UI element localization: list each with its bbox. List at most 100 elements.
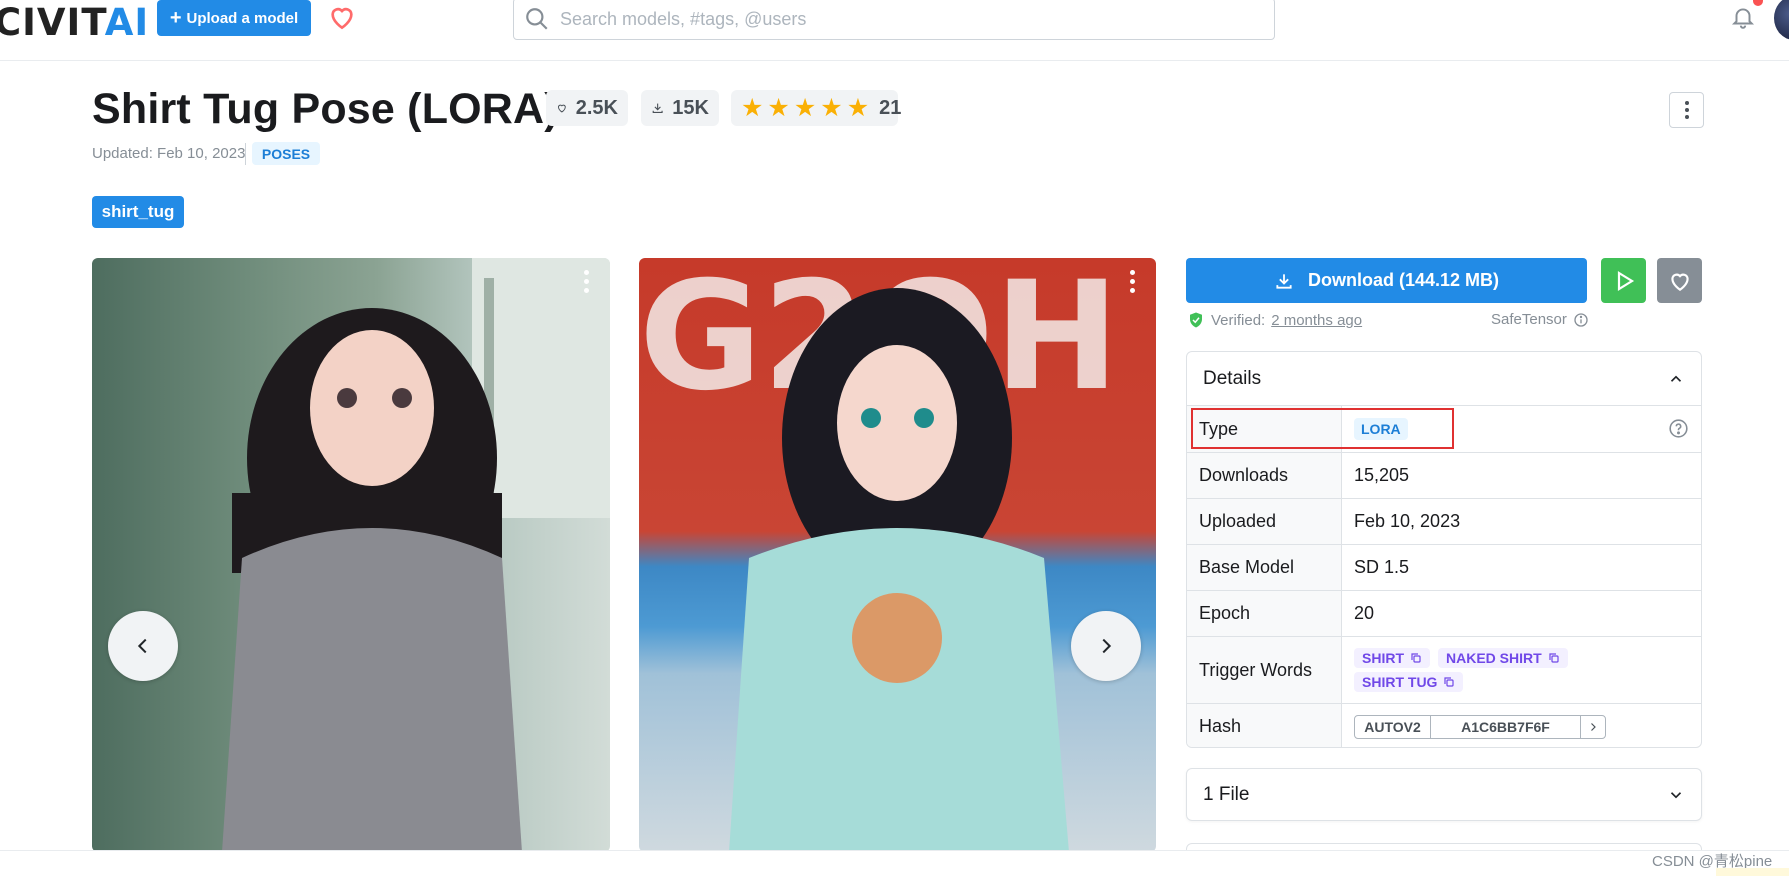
details-row-hash: Hash AUTOV2 A1C6BB7F6F (1187, 703, 1701, 747)
preview-image-2-art: G2OH (639, 258, 1120, 852)
upload-model-button[interactable]: + Upload a model (157, 0, 311, 36)
trigger-word-badge[interactable]: SHIRT (1354, 648, 1430, 668)
info-icon[interactable] (1573, 312, 1589, 328)
trigger-word-badge[interactable]: NAKED SHIRT (1438, 648, 1568, 668)
heart-icon[interactable] (325, 1, 359, 33)
shield-check-icon (1190, 312, 1202, 328)
details-row-downloads: Downloads 15,205 (1187, 452, 1701, 498)
trigger-word: SHIRT TUG (1362, 674, 1438, 690)
play-icon (1617, 270, 1634, 291)
row-label: Hash (1187, 704, 1342, 747)
dot (584, 279, 589, 284)
files-panel[interactable]: 1 File (1186, 768, 1702, 821)
dot (1130, 270, 1135, 275)
search-input[interactable]: Search models, #tags, @users (513, 0, 1275, 40)
likes-stat[interactable]: 2.5K (546, 90, 628, 126)
more-options-button[interactable] (1669, 92, 1704, 128)
file-format-label: SafeTensor (1491, 311, 1567, 328)
heart-icon (1670, 273, 1689, 291)
star-icon: ★ (846, 93, 870, 122)
row-value: SD 1.5 (1354, 557, 1410, 577)
trigger-word-list: SHIRT NAKED SHIRT SHIRT TUG (1354, 648, 1614, 692)
trigger-word: SHIRT (1362, 650, 1404, 666)
search-icon (526, 8, 548, 30)
preview-image-2[interactable]: G2OH (639, 258, 1156, 852)
image-menu-icon[interactable] (584, 270, 590, 293)
row-label: Base Model (1187, 545, 1342, 590)
carousel-next-button[interactable] (1071, 611, 1141, 681)
row-label: Downloads (1187, 453, 1342, 498)
dot (584, 270, 589, 275)
dot (1684, 108, 1689, 112)
page-title: Shirt Tug Pose (LORA) (92, 85, 559, 133)
chevron-up-icon (1670, 375, 1682, 382)
details-title: Details (1203, 367, 1262, 389)
hash-control[interactable]: AUTOV2 A1C6BB7F6F (1354, 714, 1606, 739)
row-value: 20 (1354, 603, 1375, 623)
hash-type[interactable]: AUTOV2 (1355, 715, 1431, 738)
copy-icon (1411, 653, 1421, 663)
download-label: Download (144.12 MB) (1307, 270, 1500, 290)
updated-date: Updated: Feb 10, 2023 (92, 145, 246, 162)
downloads-count: 15K (672, 96, 709, 119)
annotation-highlight-box (1191, 408, 1454, 449)
likes-count: 2.5K (575, 96, 618, 119)
favorite-button[interactable] (1657, 258, 1702, 303)
download-icon (652, 103, 663, 113)
star-icon: ★ (820, 93, 843, 122)
dot (584, 288, 589, 293)
divider (245, 143, 246, 165)
chevron-left-icon (137, 638, 147, 654)
row-label: Trigger Words (1187, 637, 1342, 703)
copy-icon (1549, 653, 1559, 663)
trigger-word-badge[interactable]: SHIRT TUG (1354, 672, 1464, 692)
preview-image-1-art (222, 258, 610, 852)
run-button[interactable] (1601, 258, 1646, 303)
carousel-prev-button[interactable] (108, 611, 178, 681)
chevron-down-icon (1670, 791, 1682, 798)
help-icon[interactable] (1668, 418, 1689, 439)
chevron-right-icon (1591, 722, 1596, 731)
star-icon: ★ (793, 93, 817, 122)
dot (1130, 279, 1135, 284)
details-header[interactable]: Details (1187, 352, 1701, 406)
notification-badge (1753, 0, 1763, 6)
row-label: Epoch (1187, 591, 1342, 636)
hash-value[interactable]: A1C6BB7F6F (1431, 715, 1581, 738)
preview-image-1[interactable] (92, 258, 610, 852)
hash-next-button[interactable] (1581, 716, 1605, 738)
image-menu-icon[interactable] (1130, 270, 1136, 293)
verified-prefix: Verified: (1211, 311, 1266, 329)
search-placeholder: Search models, #tags, @users (560, 8, 807, 29)
star-icon: ★ (741, 93, 764, 122)
details-row-base-model: Base Model SD 1.5 (1187, 544, 1701, 590)
details-row-uploaded: Uploaded Feb 10, 2023 (1187, 498, 1701, 544)
star-icon: ★ (767, 93, 790, 122)
civitai-logo[interactable]: CIVITAI (0, 1, 149, 44)
details-row-epoch: Epoch 20 (1187, 590, 1701, 636)
footer-strip (1716, 868, 1789, 876)
category-badge[interactable]: POSES (252, 142, 320, 165)
chevron-right-icon (1102, 638, 1112, 654)
files-title: 1 File (1203, 783, 1250, 805)
footer-bar (0, 850, 1789, 876)
row-label: Uploaded (1187, 499, 1342, 544)
row-value: AUTOV2 A1C6BB7F6F (1342, 704, 1701, 747)
rating-stat[interactable]: ★ ★ ★ ★ ★ 21 (731, 90, 901, 126)
copy-icon (1444, 677, 1455, 687)
upload-model-label: Upload a model (186, 9, 299, 27)
heart-outline-icon (557, 104, 566, 113)
tag-shirt-tug[interactable]: shirt_tug (92, 196, 184, 228)
downloads-stat: 15K (641, 90, 719, 126)
plus-icon: + (169, 7, 182, 29)
row-value: Feb 10, 2023 (1354, 511, 1461, 531)
bell-icon[interactable] (1730, 3, 1756, 31)
file-format: SafeTensor (1491, 311, 1589, 328)
download-button[interactable]: Download (144.12 MB) (1186, 258, 1587, 303)
details-row-trigger-words: Trigger Words SHIRT NAKED SHIRT SHIRT TU… (1187, 636, 1701, 703)
trigger-word: NAKED SHIRT (1446, 650, 1542, 666)
row-value: SHIRT NAKED SHIRT SHIRT TUG (1342, 637, 1701, 703)
dot (1684, 101, 1689, 105)
avatar[interactable] (1774, 0, 1789, 40)
verified-date-link[interactable]: 2 months ago (1271, 312, 1362, 329)
